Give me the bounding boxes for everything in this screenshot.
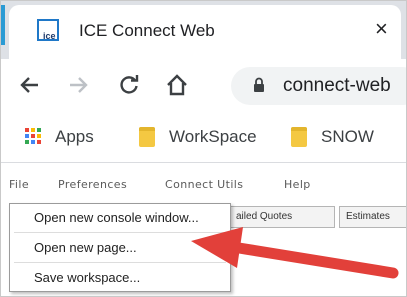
- ice-favicon-icon: ice: [37, 19, 59, 41]
- lock-icon: [253, 77, 265, 98]
- browser-toolbar: connect-web: [1, 59, 406, 111]
- bookmark-workspace[interactable]: WorkSpace: [139, 111, 257, 163]
- reload-icon[interactable]: [111, 59, 147, 111]
- bookmark-label: WorkSpace: [169, 127, 257, 146]
- bookmarks-bar: Apps WorkSpace SNOW: [1, 111, 406, 163]
- back-arrow-icon[interactable]: [11, 59, 47, 111]
- menu-save-workspace[interactable]: Save workspace...: [10, 266, 230, 290]
- bookmark-label: SNOW: [321, 127, 374, 146]
- folder-icon: [291, 127, 307, 147]
- menu-open-console-window[interactable]: Open new console window...: [10, 206, 230, 230]
- browser-tab[interactable]: ice ICE Connect Web ×: [9, 5, 401, 59]
- file-menu-dropdown: Open new console window... Open new page…: [9, 203, 231, 292]
- menu-preferences[interactable]: Preferences: [58, 178, 127, 191]
- screenshot-frame: ice ICE Connect Web × connect-web Apps W…: [0, 0, 407, 297]
- folder-icon: [139, 127, 155, 147]
- home-icon[interactable]: [159, 59, 195, 111]
- menu-separator: [14, 262, 226, 263]
- menu-help[interactable]: Help: [284, 178, 311, 191]
- browser-tab-strip: ice ICE Connect Web ×: [1, 1, 406, 59]
- tab-accent-bar: [1, 5, 5, 45]
- tab-detailed-quotes[interactable]: ailed Quotes: [229, 206, 335, 228]
- menu-open-new-page[interactable]: Open new page...: [10, 236, 230, 260]
- address-bar[interactable]: connect-web: [231, 67, 406, 105]
- url-text: connect-web: [283, 75, 391, 96]
- tab-close-icon[interactable]: ×: [375, 18, 388, 40]
- menu-connect-utils[interactable]: Connect Utils: [165, 178, 243, 191]
- bookmark-snow[interactable]: SNOW: [291, 111, 374, 163]
- apps-grid-icon: [25, 128, 43, 146]
- bookmark-apps[interactable]: Apps: [25, 111, 94, 163]
- app-content: File Preferences Connect Utils Help aile…: [1, 164, 406, 296]
- menu-file[interactable]: File: [9, 178, 29, 191]
- tab-estimates[interactable]: Estimates: [339, 206, 406, 228]
- favicon-text: ice: [43, 31, 56, 41]
- tab-title: ICE Connect Web: [79, 21, 215, 40]
- app-menubar: File Preferences Connect Utils Help: [1, 176, 406, 194]
- bookmark-label: Apps: [55, 127, 94, 146]
- forward-arrow-icon[interactable]: [61, 59, 97, 111]
- menu-separator: [14, 232, 226, 233]
